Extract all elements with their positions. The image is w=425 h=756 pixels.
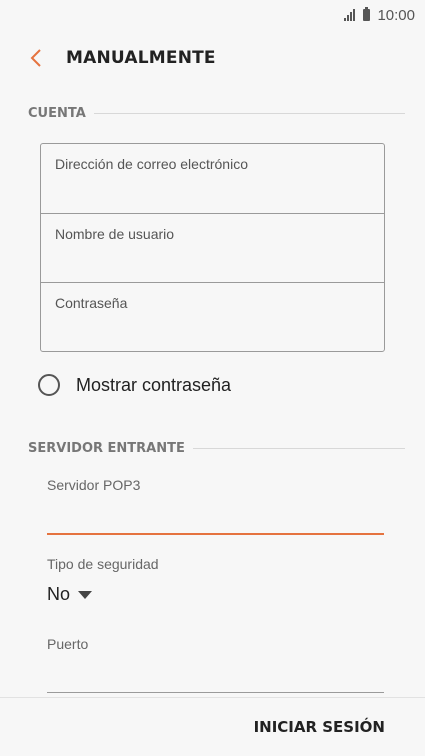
section-header-incoming: SERVIDOR ENTRANTE [28, 441, 405, 456]
bottom-action-bar: INICIAR SESIÓN [0, 697, 425, 756]
show-password-label: Mostrar contraseña [76, 374, 232, 395]
security-type-label: Tipo de seguridad [47, 556, 159, 572]
chevron-left-icon [30, 49, 41, 67]
battery-icon [363, 7, 371, 21]
page-title: MANUALMENTE [66, 48, 216, 68]
app-header: MANUALMENTE [0, 30, 425, 86]
status-bar: 10:00 [0, 0, 425, 30]
pop3-server-label: Servidor POP3 [47, 477, 141, 493]
password-field[interactable]: Contraseña [41, 282, 384, 351]
show-password-checkbox[interactable] [38, 374, 60, 396]
security-type-value: No [47, 584, 71, 604]
username-placeholder: Nombre de usuario [55, 226, 175, 242]
email-placeholder: Dirección de correo electrónico [55, 156, 248, 172]
dropdown-arrow-icon [78, 590, 93, 599]
section-divider [93, 113, 405, 114]
password-placeholder: Contraseña [55, 295, 128, 311]
username-field[interactable]: Nombre de usuario [41, 213, 384, 282]
sign-in-button[interactable]: INICIAR SESIÓN [254, 718, 385, 736]
email-field[interactable]: Dirección de correo electrónico [41, 144, 384, 213]
pop3-server-input[interactable] [47, 505, 384, 535]
section-title-account: CUENTA [28, 106, 86, 121]
signal-icon [344, 9, 356, 21]
section-title-incoming: SERVIDOR ENTRANTE [28, 441, 185, 456]
show-password-toggle[interactable]: Mostrar contraseña [38, 374, 231, 396]
section-header-account: CUENTA [28, 106, 405, 121]
security-type-select[interactable]: No [47, 584, 93, 605]
account-fields: Dirección de correo electrónico Nombre d… [40, 143, 385, 352]
status-time: 10:00 [377, 6, 415, 24]
back-button[interactable] [14, 36, 58, 80]
port-label: Puerto [47, 636, 89, 652]
port-input[interactable] [47, 664, 384, 693]
section-divider [192, 448, 405, 449]
